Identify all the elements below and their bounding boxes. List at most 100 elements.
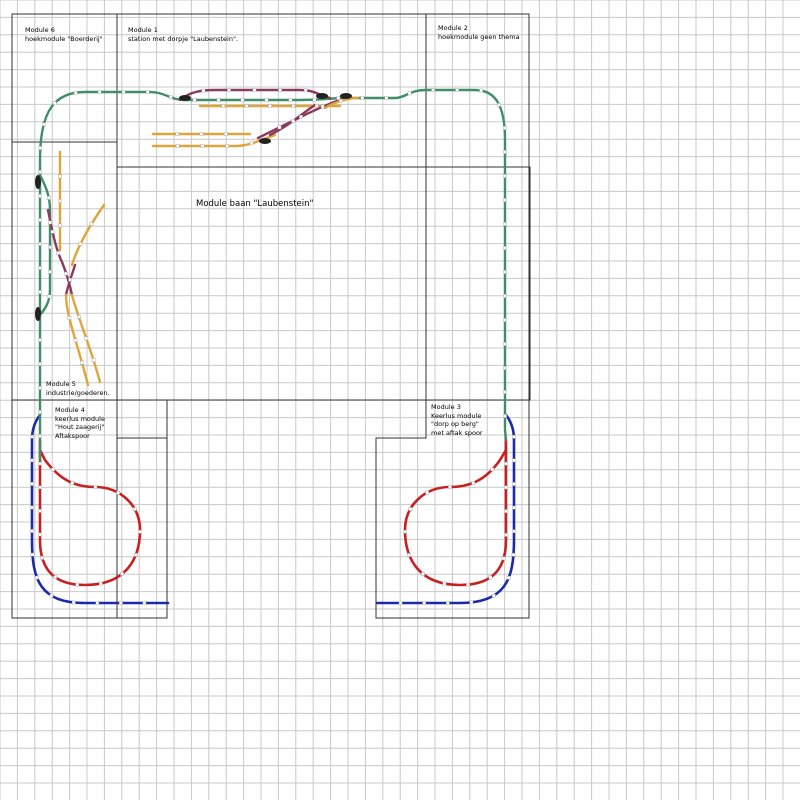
track-joint-icon xyxy=(132,507,137,511)
track-joint-icon xyxy=(469,600,474,605)
track-joint-icon xyxy=(201,88,206,93)
track-joint-icon xyxy=(431,88,435,92)
track-joint-icon xyxy=(479,88,483,93)
track-joint-icon xyxy=(175,132,180,136)
module-5-desc: industrie/goederen. xyxy=(46,388,110,397)
track-joint-icon xyxy=(504,533,508,537)
track-joint-icon xyxy=(264,98,269,102)
track-joint-icon xyxy=(38,146,43,150)
track-joint-icon xyxy=(98,581,103,586)
track-joint-icon xyxy=(492,593,496,598)
track-joint-icon xyxy=(48,245,52,250)
track-joint-icon xyxy=(50,229,55,234)
track-joint-icon xyxy=(503,342,507,346)
track-joint-icon xyxy=(442,581,447,586)
track-joint-icon xyxy=(30,482,34,486)
track-joint-icon xyxy=(471,481,476,485)
track-joint-icon xyxy=(216,98,221,102)
track-joint-icon xyxy=(384,96,389,100)
track-joint-icon xyxy=(38,461,42,466)
track-joint-icon xyxy=(67,316,72,320)
module-6-label: Module 6 hoekmodule "Boerderij" xyxy=(25,26,103,43)
track-joint-icon xyxy=(511,553,516,557)
track-joint-icon xyxy=(249,141,254,146)
track-joint-icon xyxy=(68,278,72,282)
turnout-motor-icon xyxy=(35,175,41,189)
track-joint-icon xyxy=(38,362,42,366)
track-joint-icon xyxy=(455,88,459,92)
track-joint-icon xyxy=(407,91,412,96)
track-joint-icon xyxy=(120,572,124,576)
track-joint-icon xyxy=(503,294,507,298)
track-joint-icon xyxy=(38,338,42,342)
track-joint-icon xyxy=(30,505,34,510)
track-joint-icon xyxy=(512,529,516,533)
track-joint-icon xyxy=(503,414,507,418)
track-joint-icon xyxy=(138,530,142,534)
track-joint-icon xyxy=(95,601,100,605)
track-joint-icon xyxy=(504,509,508,513)
track-joint-icon xyxy=(38,266,42,270)
track-joint-icon xyxy=(448,485,452,489)
module-3-label: Module 3 Keerlus module "dorp op berg" m… xyxy=(431,403,483,437)
track-joint-icon xyxy=(71,600,76,605)
track-joint-icon xyxy=(38,410,42,414)
track-joint-icon xyxy=(38,290,42,294)
turnout-motor-icon xyxy=(35,307,41,321)
station-siding-3 xyxy=(151,133,277,148)
track-joint-icon xyxy=(512,505,516,510)
track-joint-icon xyxy=(142,601,147,605)
track-joint-icon xyxy=(506,576,511,580)
track-joint-icon xyxy=(51,467,55,472)
track-joint-icon xyxy=(38,218,42,222)
track-joint-icon xyxy=(30,435,34,439)
track-joint-icon xyxy=(244,104,249,108)
track-joint-icon xyxy=(175,144,180,148)
track-joint-icon xyxy=(30,458,34,463)
track-joint-icon xyxy=(299,115,303,119)
track-joint-icon xyxy=(73,338,78,343)
track-joint-icon xyxy=(425,490,430,495)
module-5-label: Module 5 industrie/goederen. xyxy=(46,380,110,397)
module-5-name: Module 5 xyxy=(46,380,76,388)
track-joint-icon xyxy=(38,386,42,390)
track-joint-icon xyxy=(252,88,257,92)
track-joint-icon xyxy=(75,582,80,587)
track-joint-icon xyxy=(303,88,308,93)
track-joint-icon xyxy=(145,90,150,94)
track-joint-icon xyxy=(497,102,502,107)
track-joint-icon xyxy=(398,601,403,605)
track-joint-icon xyxy=(227,88,231,92)
industry-siding-curve xyxy=(70,203,106,267)
track-joint-icon xyxy=(49,593,54,598)
track-joint-icon xyxy=(446,601,450,605)
track-joint-icon xyxy=(221,104,226,108)
track-joint-icon xyxy=(466,582,470,587)
track-joint-icon xyxy=(422,601,427,605)
track-joint-icon xyxy=(512,482,516,486)
track-joint-icon xyxy=(38,170,42,174)
track-joint-icon xyxy=(504,485,508,490)
track-joint-icon xyxy=(503,246,507,250)
module-4-desc: keerlus module "Hout zaagerij" Aftakspoo… xyxy=(55,414,105,440)
track-joint-icon xyxy=(277,125,282,130)
track-joints xyxy=(30,88,516,605)
turnout-motor-icon xyxy=(179,95,191,101)
track-joint-icon xyxy=(168,95,173,100)
track-joint-icon xyxy=(42,122,46,127)
track-joint-icon xyxy=(93,485,98,489)
track-joint-icon xyxy=(64,271,68,276)
track-joint-icon xyxy=(320,104,325,109)
module-4-label: Module 4 keerlus module "Hout zaagerij" … xyxy=(55,406,105,440)
track-joint-icon xyxy=(200,144,205,148)
track-joint-icon xyxy=(56,251,61,255)
track-joint-icon xyxy=(47,294,52,299)
track-joint-icon xyxy=(268,104,272,108)
track-joint-icon xyxy=(199,132,204,136)
track-joint-icon xyxy=(38,509,42,513)
turnout-motor-icon xyxy=(259,138,271,144)
turnout-motor-icon xyxy=(340,93,352,99)
module-2-label: Module 2 hoekmodule geen thema xyxy=(438,24,520,41)
module-1-label: Module 1 station met dorpje "Laubenstein… xyxy=(128,26,238,43)
module-1-desc: station met dorpje "Laubenstein". xyxy=(128,34,239,43)
